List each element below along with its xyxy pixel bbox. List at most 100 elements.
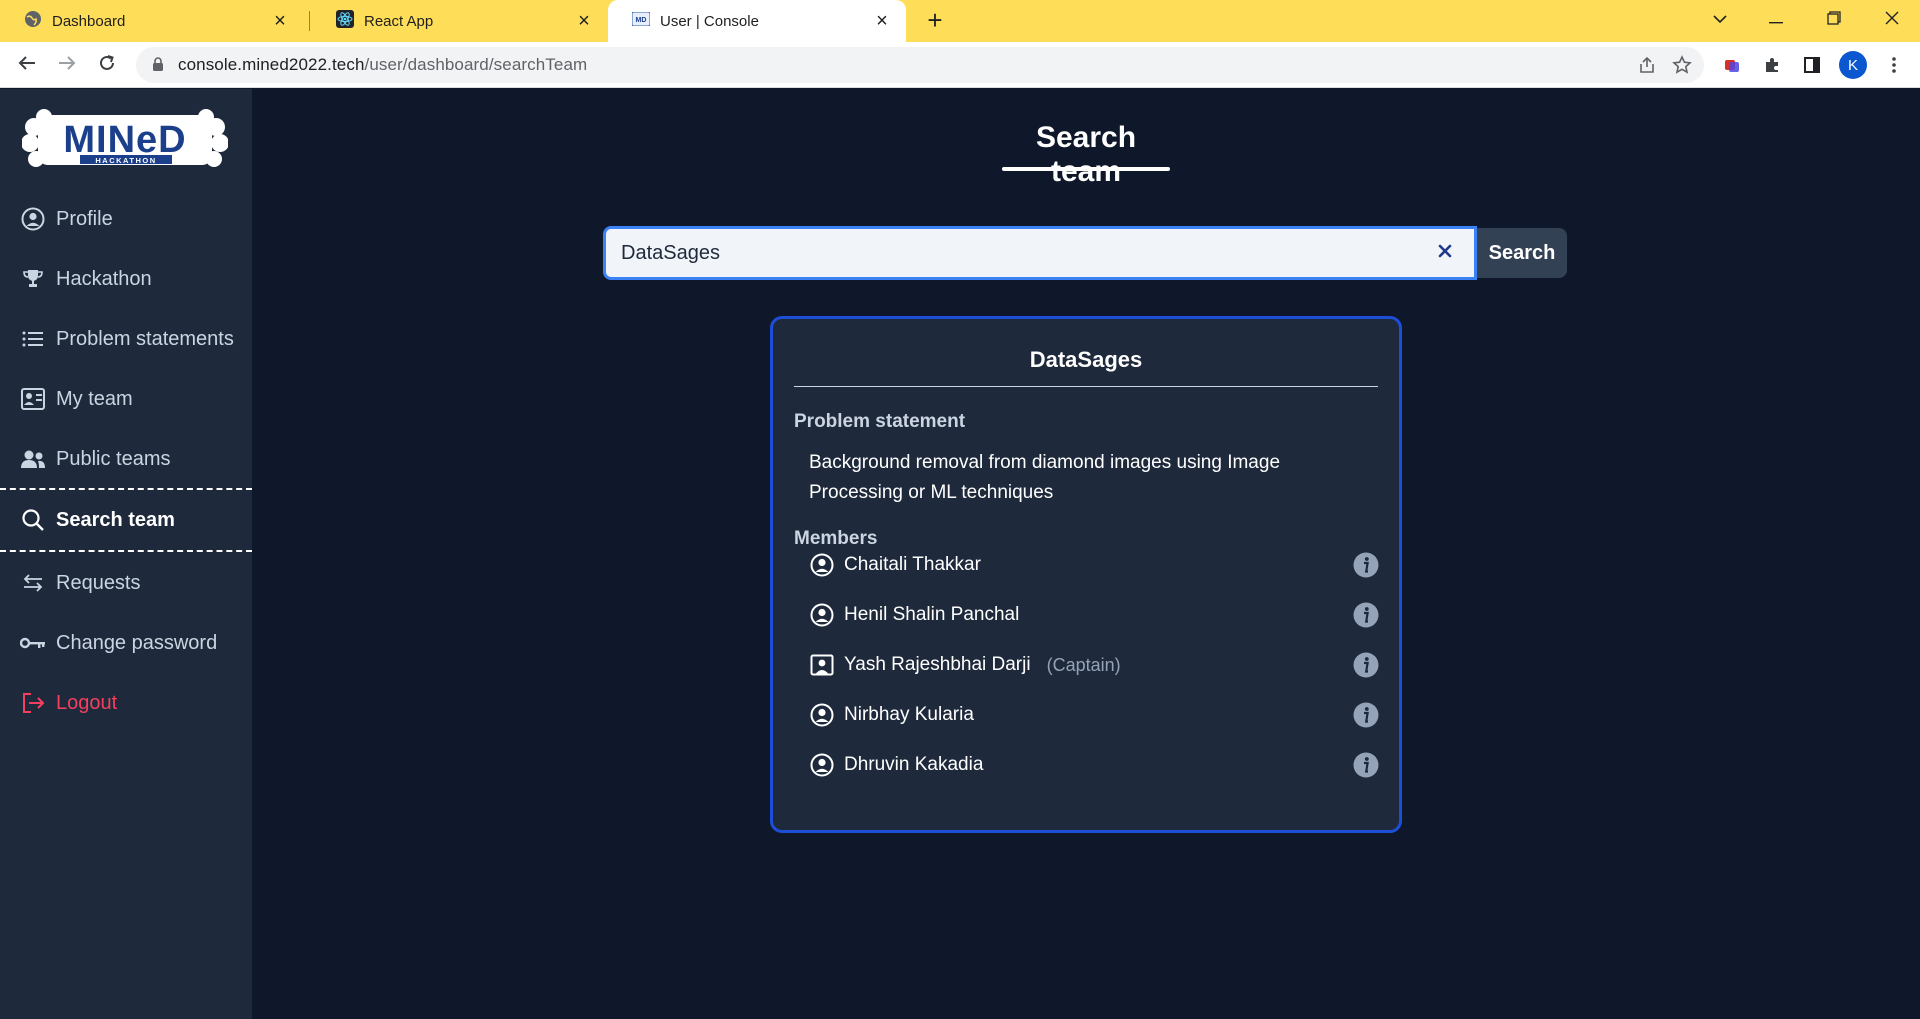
sidebar-item-problem-statements[interactable]: Problem statements [0, 315, 252, 363]
share-icon[interactable] [1638, 56, 1656, 79]
sidebar-item-requests[interactable]: Requests [0, 559, 252, 607]
chevron-down-icon [1712, 11, 1728, 29]
browser-tab-user-console[interactable]: MD User | Console × [608, 0, 906, 42]
info-icon[interactable] [1353, 652, 1379, 678]
tab-title: User | Console [660, 12, 759, 30]
reload-button[interactable] [91, 49, 123, 81]
sidebar-item-label: Hackathon [56, 267, 152, 290]
sidebar-item-profile[interactable]: Profile [0, 195, 252, 243]
sidebar: MINeD HACKATHON Profile Hackathon Proble… [0, 89, 252, 1019]
arrow-left-icon [18, 55, 36, 76]
reload-icon [98, 54, 116, 77]
captain-badge-icon [809, 652, 835, 678]
close-window-button[interactable] [1864, 0, 1920, 40]
mined-logo[interactable]: MINeD HACKATHON [21, 107, 229, 173]
sidebar-item-label: Search team [56, 508, 175, 531]
sidebar-item-change-password[interactable]: Change password [0, 619, 252, 667]
user-circle-icon [809, 602, 835, 628]
forward-button[interactable] [51, 49, 83, 81]
url-text: console.mined2022.tech/user/dashboard/se… [178, 55, 587, 75]
user-circle-icon [20, 206, 46, 232]
sidebar-item-label: My team [56, 387, 133, 410]
team-name: DataSages [1029, 347, 1143, 372]
sidebar-item-label: Problem statements [56, 327, 234, 350]
key-icon [20, 630, 46, 656]
close-icon[interactable]: × [270, 11, 290, 31]
sidebar-item-label: Public teams [56, 447, 171, 470]
sidebar-item-public-teams[interactable]: Public teams [0, 435, 252, 483]
arrows-swap-icon [20, 570, 46, 596]
close-icon[interactable]: × [872, 11, 892, 31]
clear-search-button[interactable] [1433, 241, 1457, 265]
info-icon[interactable] [1353, 752, 1379, 778]
info-icon[interactable] [1353, 702, 1379, 728]
member-name: Nirbhay Kularia [844, 704, 974, 725]
info-icon[interactable] [1353, 552, 1379, 578]
trophy-icon [20, 266, 46, 292]
sidebar-item-label: Logout [56, 691, 118, 714]
page-title: Search team [1035, 121, 1137, 188]
user-circle-icon [809, 702, 835, 728]
url-host: console.mined2022.tech [178, 55, 365, 74]
sidebar-item-label: Profile [56, 207, 113, 230]
list-icon [20, 326, 46, 352]
new-tab-button[interactable]: + [921, 6, 949, 34]
close-icon[interactable]: × [574, 11, 594, 31]
restore-icon [1827, 10, 1841, 30]
svg-text:MD: MD [636, 17, 647, 24]
svg-text:HACKATHON: HACKATHON [95, 156, 156, 165]
search-input[interactable] [603, 226, 1477, 280]
puzzle-icon[interactable] [1760, 53, 1784, 77]
tab-search-button[interactable] [1692, 0, 1748, 40]
search-button[interactable]: Search [1477, 228, 1567, 278]
browser-tab-react-app[interactable]: React App × [312, 0, 608, 42]
member-row: Yash Rajeshbhai Darji (Captain) [809, 647, 1379, 683]
browser-tab-strip: Dashboard × React App × MD User | Consol… [0, 0, 1920, 42]
people-icon [20, 446, 46, 472]
minimize-icon [1769, 11, 1783, 29]
bookmark-star-icon[interactable] [1672, 55, 1692, 80]
problem-statement-label: Problem statement [794, 411, 966, 432]
sidebar-item-my-team[interactable]: My team [0, 375, 252, 423]
browser-tab-dashboard[interactable]: Dashboard × [0, 0, 304, 42]
svg-text:MINeD: MINeD [63, 119, 186, 161]
team-card-icon [20, 386, 46, 412]
restore-button[interactable] [1806, 0, 1862, 40]
lock-icon [152, 57, 164, 77]
divider [794, 386, 1378, 387]
close-icon [1438, 244, 1452, 263]
back-button[interactable] [11, 49, 43, 81]
react-icon [336, 10, 354, 32]
member-row: Nirbhay Kularia [809, 697, 1379, 733]
member-role: (Captain) [1046, 654, 1121, 675]
kebab-menu-icon[interactable] [1882, 53, 1906, 77]
tab-title: Dashboard [52, 12, 126, 30]
url-path: /user/dashboard/searchTeam [364, 55, 588, 74]
sidebar-item-label: Requests [56, 571, 141, 594]
main-content: Search team Search DataSages Problem sta… [252, 89, 1920, 1019]
side-panel-icon[interactable] [1800, 53, 1824, 77]
close-icon [1885, 11, 1899, 30]
sidebar-item-search-team[interactable]: Search team [0, 488, 252, 552]
logout-icon [20, 690, 46, 716]
sidebar-item-logout[interactable]: Logout [0, 679, 252, 727]
search-bar: Search [603, 226, 1569, 280]
search-icon [20, 507, 46, 533]
tab-title: React App [364, 12, 434, 30]
arrow-right-icon [58, 55, 76, 76]
user-circle-icon [809, 752, 835, 778]
problem-statement-text: Background removal from diamond images u… [809, 452, 1281, 503]
team-result-card: DataSages Problem statement Background r… [770, 316, 1402, 833]
tab-separator [309, 11, 310, 31]
profile-avatar[interactable]: K [1839, 51, 1867, 79]
mined-favicon: MD [631, 11, 651, 30]
address-bar[interactable]: console.mined2022.tech/user/dashboard/se… [136, 47, 1704, 83]
extension-icon[interactable] [1720, 53, 1744, 77]
sidebar-item-hackathon[interactable]: Hackathon [0, 255, 252, 303]
member-row: Dhruvin Kakadia [809, 747, 1379, 783]
title-underline [1002, 167, 1170, 171]
member-name: Yash Rajeshbhai Darji [844, 654, 1031, 675]
info-icon[interactable] [1353, 602, 1379, 628]
minimize-button[interactable] [1748, 0, 1804, 40]
member-name: Chaitali Thakkar [844, 554, 981, 575]
